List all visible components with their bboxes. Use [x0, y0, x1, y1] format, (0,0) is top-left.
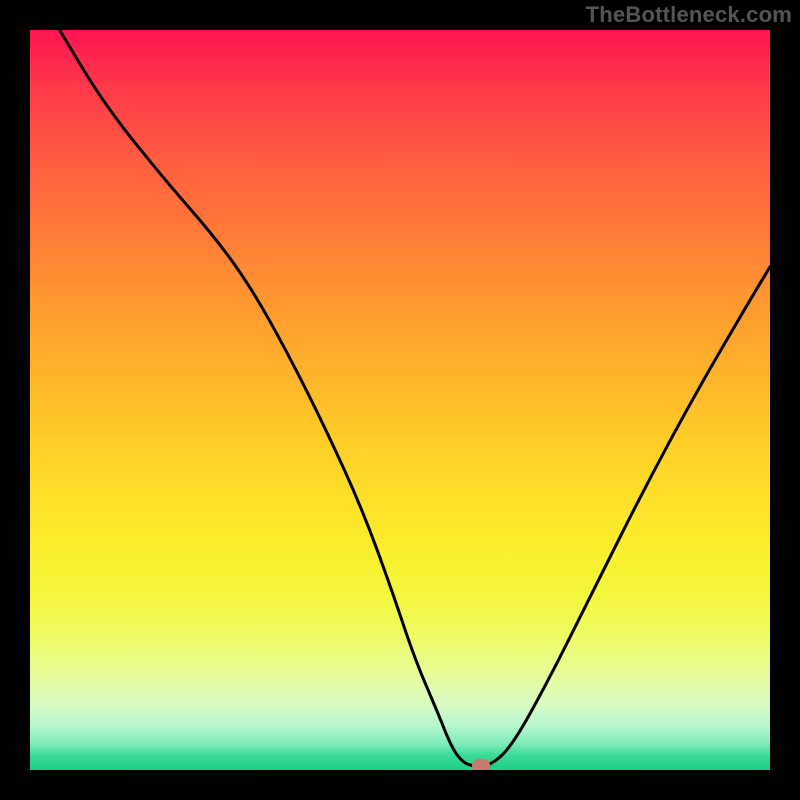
chart-frame: TheBottleneck.com: [0, 0, 800, 800]
optimal-point-marker: [472, 759, 490, 770]
watermark-text: TheBottleneck.com: [586, 2, 792, 28]
plot-area: [30, 30, 770, 770]
bottleneck-curve: [30, 30, 770, 770]
